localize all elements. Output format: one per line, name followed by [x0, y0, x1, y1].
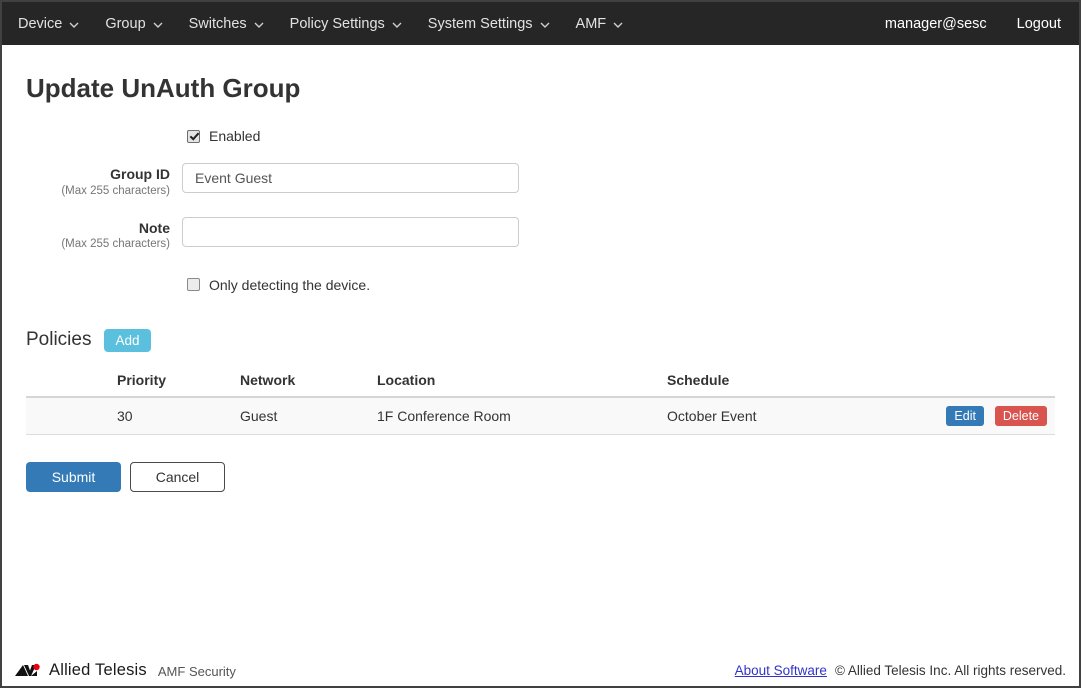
col-actions: [935, 366, 1055, 397]
enabled-row: Enabled: [187, 128, 1055, 144]
group-id-input[interactable]: [182, 163, 519, 193]
group-id-row: Group ID (Max 255 characters): [26, 163, 1055, 198]
nav-item-label: Policy Settings: [290, 16, 385, 32]
copyright-text: © Allied Telesis Inc. All rights reserve…: [835, 663, 1066, 678]
enabled-checkbox[interactable]: [187, 130, 200, 143]
chevron-down-icon: [392, 22, 402, 28]
detect-only-checkbox-label: Only detecting the device.: [209, 277, 370, 293]
product-name: AMF Security: [158, 664, 236, 679]
cell-actions: Edit Delete: [935, 397, 1055, 435]
nav-item-group[interactable]: Group: [92, 16, 175, 32]
chevron-down-icon: [153, 22, 163, 28]
nav-item-policy-settings[interactable]: Policy Settings: [277, 16, 415, 32]
main-content: Update UnAuth Group Enabled Group ID (Ma…: [2, 73, 1079, 492]
top-navbar: Device Group Switches Policy Settings Sy…: [2, 2, 1079, 45]
allied-telesis-logo-icon: [15, 662, 43, 679]
nav-item-label: System Settings: [428, 16, 533, 32]
nav-item-label: Switches: [189, 16, 247, 32]
spacer-column: [26, 366, 109, 397]
col-location: Location: [369, 366, 659, 397]
footer: Allied Telesis AMF Security About Softwa…: [2, 654, 1079, 686]
note-row: Note (Max 255 characters): [26, 217, 1055, 252]
spacer-cell: [26, 397, 109, 435]
table-header-row: Priority Network Location Schedule: [26, 366, 1055, 397]
detect-only-row: Only detecting the device.: [187, 277, 1055, 293]
nav-item-label: Group: [105, 16, 145, 32]
detect-only-checkbox[interactable]: [187, 278, 200, 291]
add-policy-button[interactable]: Add: [104, 329, 150, 352]
logout-button[interactable]: Logout: [1017, 16, 1065, 32]
policies-header: Policies Add: [26, 329, 1055, 352]
submit-button[interactable]: Submit: [26, 462, 121, 492]
page-title: Update UnAuth Group: [26, 73, 1055, 104]
nav-item-system-settings[interactable]: System Settings: [415, 16, 563, 32]
note-input[interactable]: [182, 217, 519, 247]
cell-network: Guest: [232, 397, 369, 435]
chevron-down-icon: [613, 22, 623, 28]
table-row: 30 Guest 1F Conference Room October Even…: [26, 397, 1055, 435]
nav-item-amf[interactable]: AMF: [563, 16, 637, 32]
col-schedule: Schedule: [659, 366, 935, 397]
note-hint: (Max 255 characters): [26, 237, 170, 251]
group-id-hint: (Max 255 characters): [26, 184, 170, 198]
nav-menu: Device Group Switches Policy Settings Sy…: [16, 16, 636, 32]
brand-name: Allied Telesis: [49, 661, 147, 680]
nav-item-label: Device: [18, 16, 62, 32]
delete-policy-button[interactable]: Delete: [995, 406, 1047, 426]
nav-item-label: AMF: [576, 16, 607, 32]
edit-policy-button[interactable]: Edit: [946, 406, 984, 426]
nav-item-device[interactable]: Device: [16, 16, 92, 32]
cell-priority: 30: [109, 397, 232, 435]
col-priority: Priority: [109, 366, 232, 397]
policies-heading: Policies: [26, 329, 91, 351]
note-label: Note (Max 255 characters): [26, 217, 170, 252]
chevron-down-icon: [254, 22, 264, 28]
nav-item-switches[interactable]: Switches: [176, 16, 277, 32]
policies-table: Priority Network Location Schedule 30 Gu…: [26, 366, 1055, 435]
col-network: Network: [232, 366, 369, 397]
chevron-down-icon: [540, 22, 550, 28]
form-actions: Submit Cancel: [26, 462, 1055, 492]
about-software-link[interactable]: About Software: [735, 663, 827, 678]
cell-location: 1F Conference Room: [369, 397, 659, 435]
chevron-down-icon: [69, 22, 79, 28]
cell-schedule: October Event: [659, 397, 935, 435]
logged-in-user: manager@sesc: [885, 16, 1017, 32]
group-id-label: Group ID (Max 255 characters): [26, 163, 170, 198]
cancel-button[interactable]: Cancel: [130, 462, 225, 492]
enabled-checkbox-label: Enabled: [209, 128, 260, 144]
